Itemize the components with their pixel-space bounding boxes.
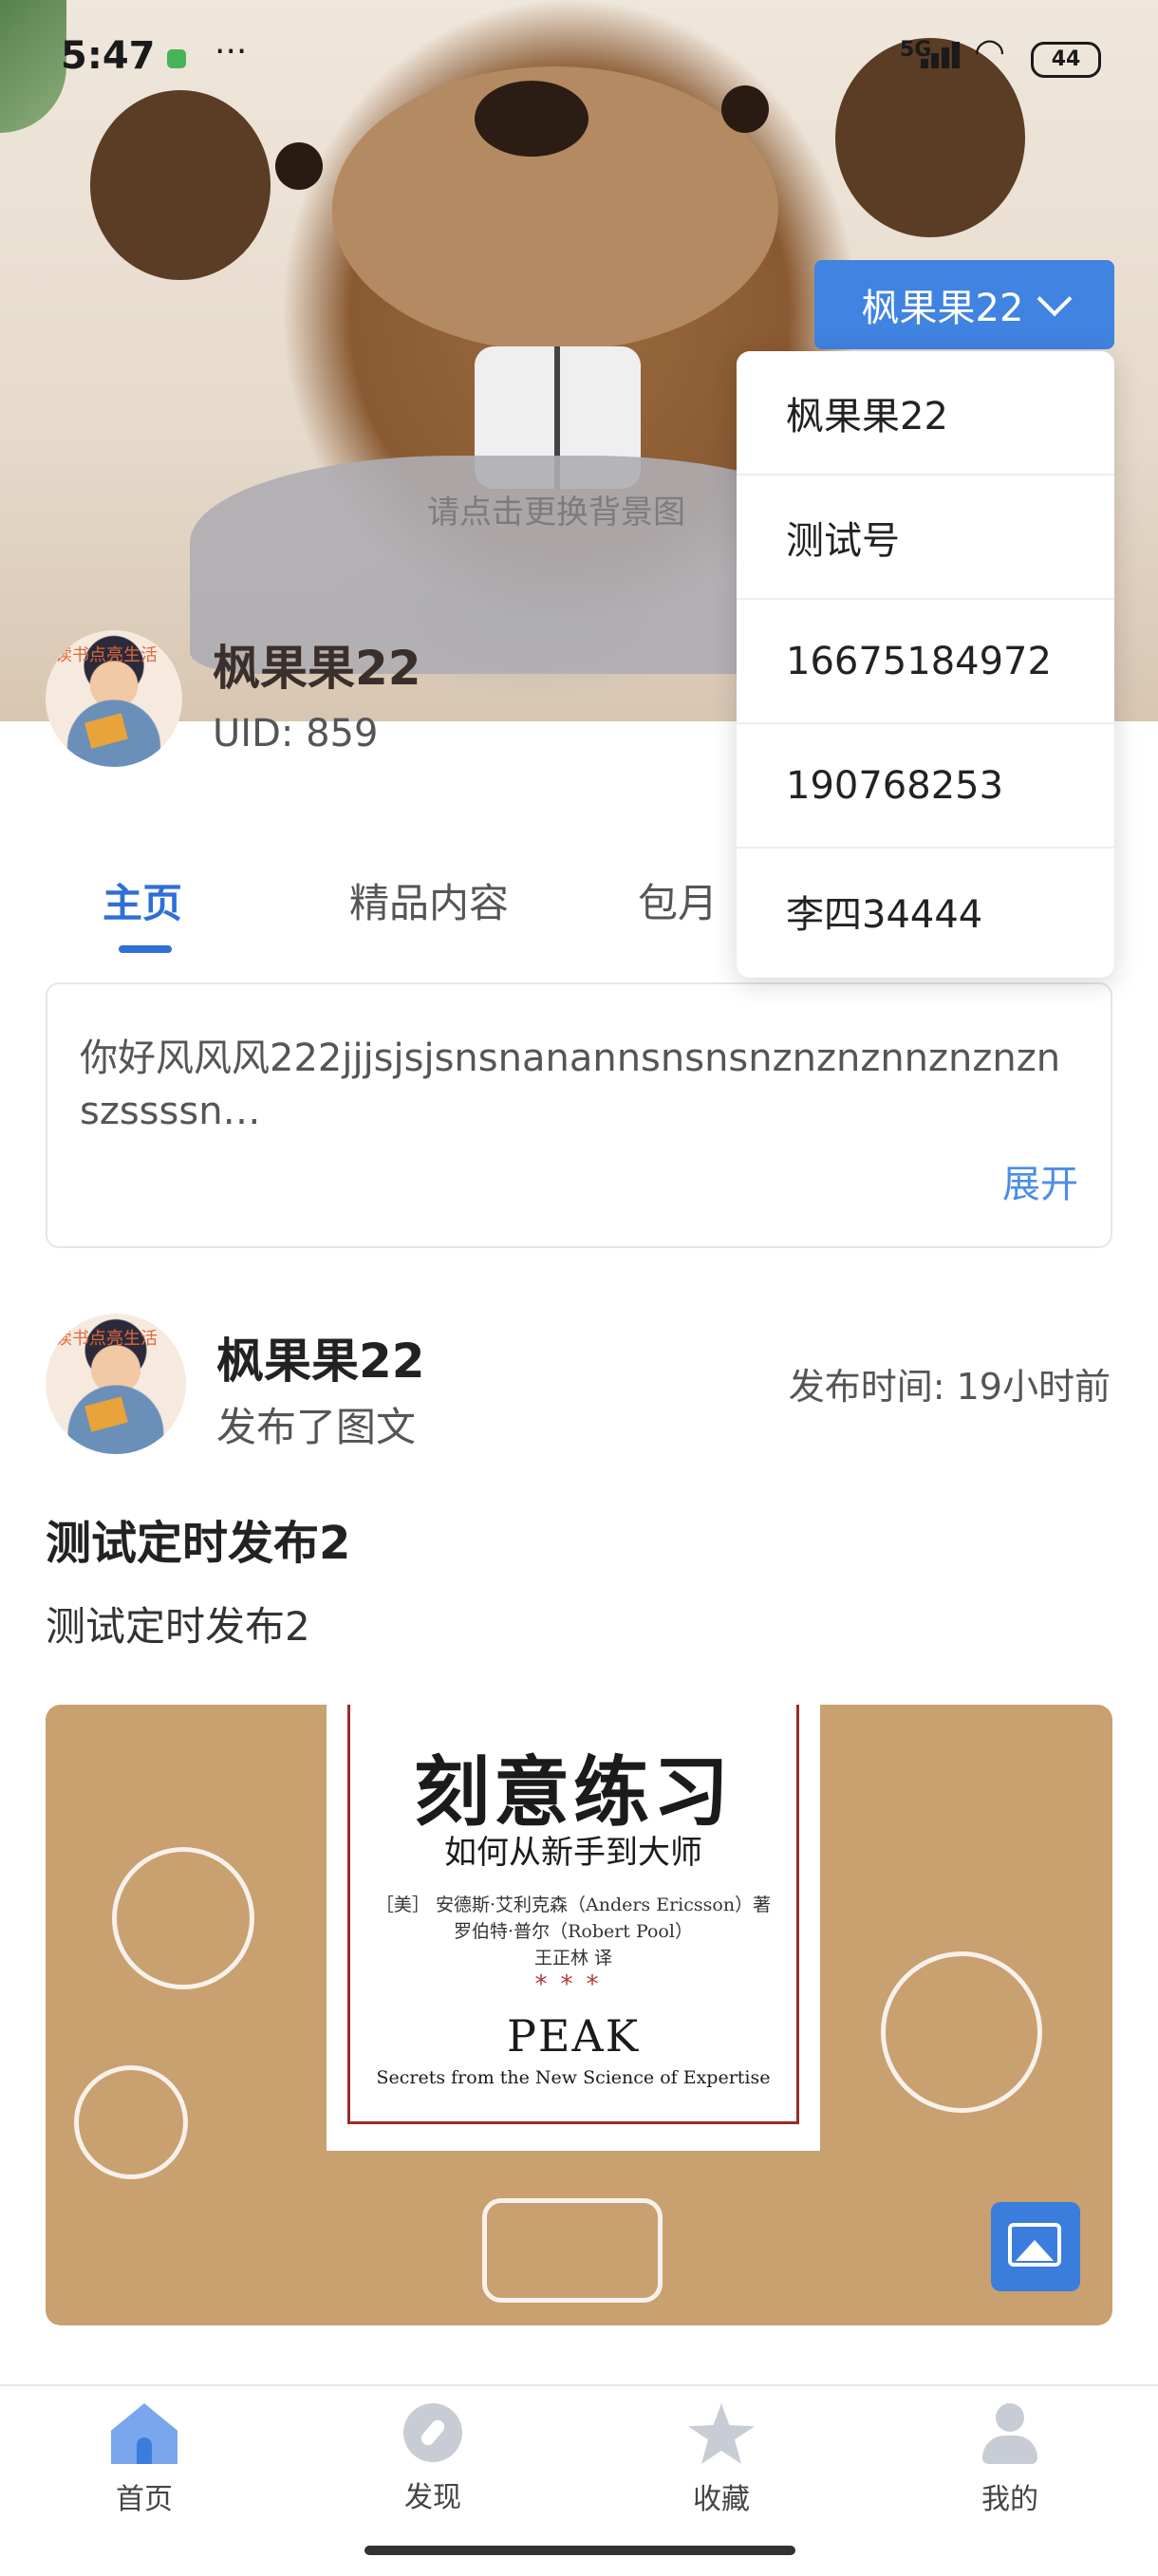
more-status-icon: ···: [215, 32, 248, 71]
home-icon: [111, 2403, 177, 2464]
book-cover: 刻意练习 如何从新手到大师 ［美］ 安德斯·艾利克森（Anders Ericss…: [327, 1705, 820, 2151]
account-option[interactable]: 测试号: [737, 476, 1114, 600]
nav-label: 收藏: [693, 2483, 750, 2516]
avatar-art: [84, 713, 128, 749]
nav-discover[interactable]: 发现: [338, 2403, 528, 2515]
wifi-icon: ◠: [974, 30, 1006, 72]
post-title[interactable]: 测试定时发布2: [46, 1505, 350, 1572]
profile-avatar[interactable]: 读书点亮生活: [46, 630, 182, 767]
status-time: 5:47: [61, 34, 156, 78]
image-type-icon: [991, 2202, 1080, 2291]
post-author-avatar[interactable]: 读书点亮生活: [46, 1314, 186, 1454]
post-body: 测试定时发布2: [46, 1603, 310, 1650]
account-dropdown-menu: 枫果果22 测试号 16675184972 190768253 李四34444: [737, 351, 1114, 978]
profile-intro-card: 你好风风风222jjjsjsjsnsnanannsnsnsnznznznnznz…: [46, 982, 1112, 1248]
nav-favorites[interactable]: 收藏: [626, 2403, 816, 2517]
cover-art: [90, 90, 271, 280]
post-action-text: 发布了图文: [216, 1404, 417, 1450]
book-stars: ***: [534, 1970, 612, 1999]
book-subtitle: 如何从新手到大师: [444, 1834, 702, 1872]
book-english-title: PEAK: [506, 2010, 641, 2062]
status-bar: 5:47 ··· 5G ◠ 44: [0, 0, 1158, 114]
nav-label: 首页: [116, 2483, 173, 2516]
nav-home[interactable]: 首页: [49, 2403, 239, 2517]
account-option[interactable]: 李四34444: [737, 849, 1114, 973]
post-author-name[interactable]: 枫果果22: [216, 1323, 425, 1391]
expand-button[interactable]: 展开: [1002, 1153, 1078, 1208]
account-option[interactable]: 190768253: [737, 724, 1114, 849]
change-background-hint[interactable]: 请点击更换背景图: [427, 486, 685, 532]
post-time: 发布时间: 19小时前: [788, 1366, 1111, 1408]
book-author: 罗伯特·普尔（Robert Pool）: [454, 1921, 693, 1942]
battery-icon: 44: [1031, 42, 1101, 78]
avatar-tag: 读书点亮生活: [55, 645, 158, 665]
doodle-art: [74, 2065, 188, 2179]
book-title: 刻意练习: [414, 1747, 733, 1837]
account-switcher-button[interactable]: 枫果果22: [814, 260, 1114, 349]
nav-me[interactable]: 我的: [915, 2403, 1105, 2517]
tab-monthly[interactable]: 包月: [638, 871, 718, 929]
account-option[interactable]: 枫果果22: [737, 351, 1114, 476]
compass-icon: [403, 2403, 462, 2462]
notification-icon: [167, 49, 186, 68]
tab-premium-content[interactable]: 精品内容: [349, 871, 509, 929]
chevron-down-icon: [1037, 281, 1073, 317]
book-author: ［美］ 安德斯·艾利克森（Anders Ericsson）著: [375, 1895, 772, 1915]
nav-label: 我的: [981, 2483, 1038, 2516]
account-option[interactable]: 16675184972: [737, 600, 1114, 724]
signal-icon: [921, 42, 962, 68]
user-icon: [977, 2403, 1043, 2464]
active-tab-indicator: [119, 945, 172, 953]
avatar-tag: 读书点亮生活: [55, 1329, 158, 1349]
post-image[interactable]: 刻意练习 如何从新手到大师 ［美］ 安德斯·艾利克森（Anders Ericss…: [46, 1705, 1112, 2325]
book-translator: 王正林 译: [533, 1948, 613, 1969]
doodle-art: [112, 1847, 254, 1989]
nav-label: 发现: [404, 2481, 461, 2514]
home-indicator[interactable]: [364, 2546, 795, 2555]
avatar-art: [84, 1396, 128, 1432]
account-switcher-label: 枫果果22: [861, 287, 1024, 330]
cover-art: [275, 142, 323, 190]
profile-name: 枫果果22: [213, 641, 421, 696]
star-icon: [688, 2403, 755, 2464]
doodle-art: [482, 2198, 663, 2303]
tab-home[interactable]: 主页: [103, 871, 182, 929]
intro-text: 你好风风风222jjjsjsjsnsnanannsnsnsnznznznnznz…: [80, 1036, 1061, 1133]
profile-uid: UID: 859: [213, 712, 379, 756]
doodle-art: [881, 1951, 1042, 2113]
book-english-subtitle: Secrets from the New Science of Expertis…: [376, 2067, 771, 2088]
